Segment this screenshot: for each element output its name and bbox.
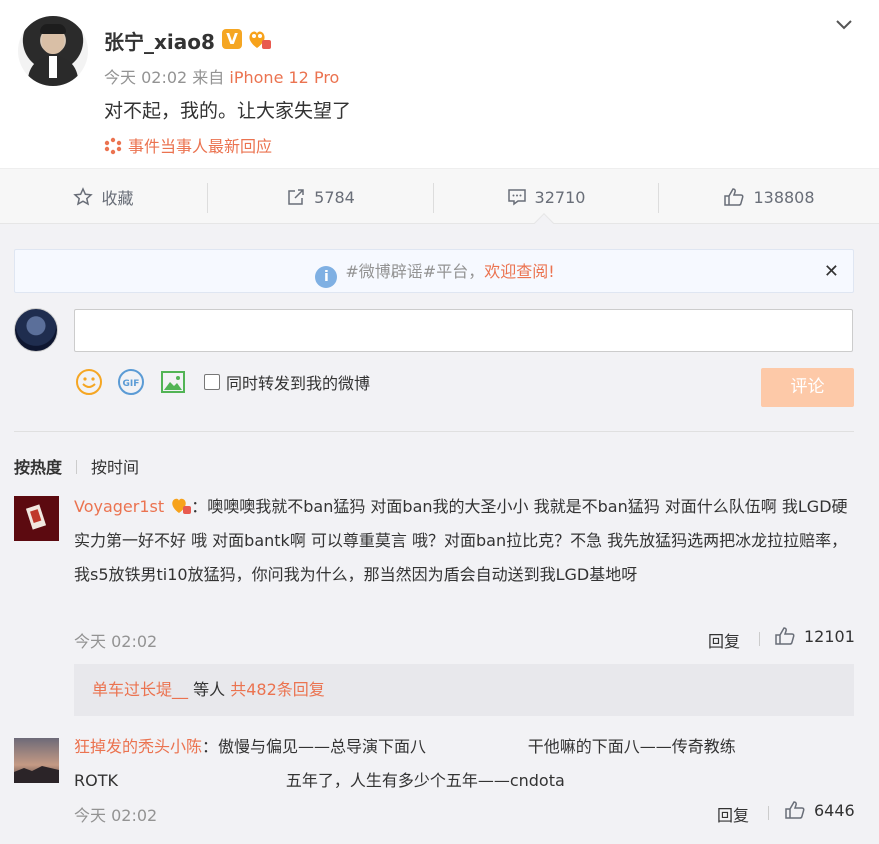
post-action-bar: 收藏 5784 32710 138808 <box>0 168 879 224</box>
like-button[interactable]: 138808 <box>659 169 879 225</box>
weibo-post: 张宁_xiao8 V 今天 02:02 来自 iPhone 12 Pro 对不起… <box>0 0 879 168</box>
favorite-label: 收藏 <box>101 189 134 208</box>
image-icon[interactable] <box>159 368 187 396</box>
event-update-label: 事件当事人最新回应 <box>128 137 273 156</box>
thumbs-up-icon <box>785 801 805 819</box>
repost-button[interactable]: 5784 <box>208 169 433 225</box>
svg-text:GIF: GIF <box>123 379 140 389</box>
reply-button[interactable]: 回复 <box>708 628 740 652</box>
gif-icon[interactable]: GIF <box>117 368 145 396</box>
comment-like-count: 12101 <box>804 626 855 646</box>
commenter-avatar[interactable] <box>14 738 59 783</box>
comment-time: 今天 02:02 <box>74 632 158 651</box>
commenter-avatar[interactable] <box>14 496 59 541</box>
sort-by-time-tab[interactable]: 按时间 <box>91 458 139 477</box>
rumor-banner-text: #微博辟谣#平台， <box>345 262 485 281</box>
comment-sort-tabs: 按热度 按时间 <box>14 454 139 478</box>
repost-count: 5784 <box>314 187 355 207</box>
rumor-banner-link[interactable]: 欢迎查阅! <box>484 262 554 281</box>
comment-text: ：噢噢噢我就不ban猛犸 对面ban我的大圣小小 我就是不ban猛犸 对面什么队… <box>74 497 848 584</box>
sub-replies-link[interactable]: 单车过长堤__ 等人 共482条回复 <box>74 664 854 716</box>
source-device-link[interactable]: iPhone 12 Pro <box>229 68 339 87</box>
chevron-down-icon[interactable] <box>834 14 854 34</box>
comment-body: 狂掉发的秃头小陈：傲慢与偏见——总导演下面八 干他嘛的下面八——传奇教练 ROT… <box>74 730 854 798</box>
reply-button[interactable]: 回复 <box>717 802 749 826</box>
post-content: 对不起，我的。让大家失望了 <box>104 100 352 122</box>
verified-badge-icon: V <box>222 29 242 49</box>
comments-section: i #微博辟谣#平台，欢迎查阅! ✕ GIF 同时转发到我的微博 评论 按热度 按时… <box>0 224 879 844</box>
repost-icon <box>288 189 304 205</box>
author-avatar[interactable] <box>18 16 88 86</box>
source-label: 来自 <box>192 68 225 87</box>
info-icon: i <box>315 266 338 288</box>
author-username[interactable]: 张宁_xiao8 <box>104 26 215 55</box>
comment-like-count: 6446 <box>814 800 855 820</box>
comment-like-button[interactable]: 12101 <box>774 626 855 646</box>
sub-reply-mid: 等人 <box>188 680 231 699</box>
star-icon <box>73 187 94 206</box>
comment-count: 32710 <box>534 187 586 207</box>
comment-like-button[interactable]: 6446 <box>784 800 855 820</box>
commenter-username[interactable]: Voyager1st <box>74 497 164 516</box>
fan-badge-icon <box>172 498 192 514</box>
rumor-banner: i #微博辟谣#平台，欢迎查阅! ✕ <box>14 249 854 293</box>
repost-to-my-weibo-checkbox[interactable]: 同时转发到我的微博 <box>204 370 370 394</box>
event-icon <box>104 137 122 155</box>
comment-body: Voyager1st ：噢噢噢我就不ban猛犸 对面ban我的大圣小小 我就是不… <box>74 490 854 592</box>
thumbs-up-icon <box>775 627 795 645</box>
comment-input[interactable] <box>74 309 853 352</box>
submit-comment-button[interactable]: 评论 <box>761 368 854 407</box>
sub-reply-user[interactable]: 单车过长堤__ <box>92 680 188 699</box>
sort-by-hot-tab[interactable]: 按热度 <box>14 458 62 477</box>
close-icon[interactable]: ✕ <box>824 261 839 282</box>
like-count: 138808 <box>753 187 815 207</box>
fan-badge-icon <box>249 31 271 49</box>
divider <box>14 431 854 432</box>
commenter-username[interactable]: 狂掉发的秃头小陈 <box>74 737 202 756</box>
emoji-icon[interactable] <box>75 368 103 396</box>
event-update-link[interactable]: 事件当事人最新回应 <box>104 133 272 157</box>
sub-reply-count[interactable]: 共482条回复 <box>230 680 325 699</box>
post-time: 今天 02:02 <box>104 68 188 87</box>
checkbox[interactable] <box>204 374 220 390</box>
current-user-avatar[interactable] <box>14 308 58 352</box>
post-meta: 今天 02:02 来自 iPhone 12 Pro <box>104 64 339 88</box>
favorite-button[interactable]: 收藏 <box>0 169 207 225</box>
thumbs-up-icon <box>724 188 744 206</box>
comment-text-line1: ：傲慢与偏见——总导演下面八 干他嘛的下面八——传奇教练 <box>202 737 736 756</box>
comment-text-line2: ROTK 五年了，人生有多少个五年——cndota <box>74 771 565 790</box>
repost-to-my-weibo-label: 同时转发到我的微博 <box>226 374 371 393</box>
comment-time: 今天 02:02 <box>74 806 158 825</box>
comment-icon <box>507 189 526 206</box>
